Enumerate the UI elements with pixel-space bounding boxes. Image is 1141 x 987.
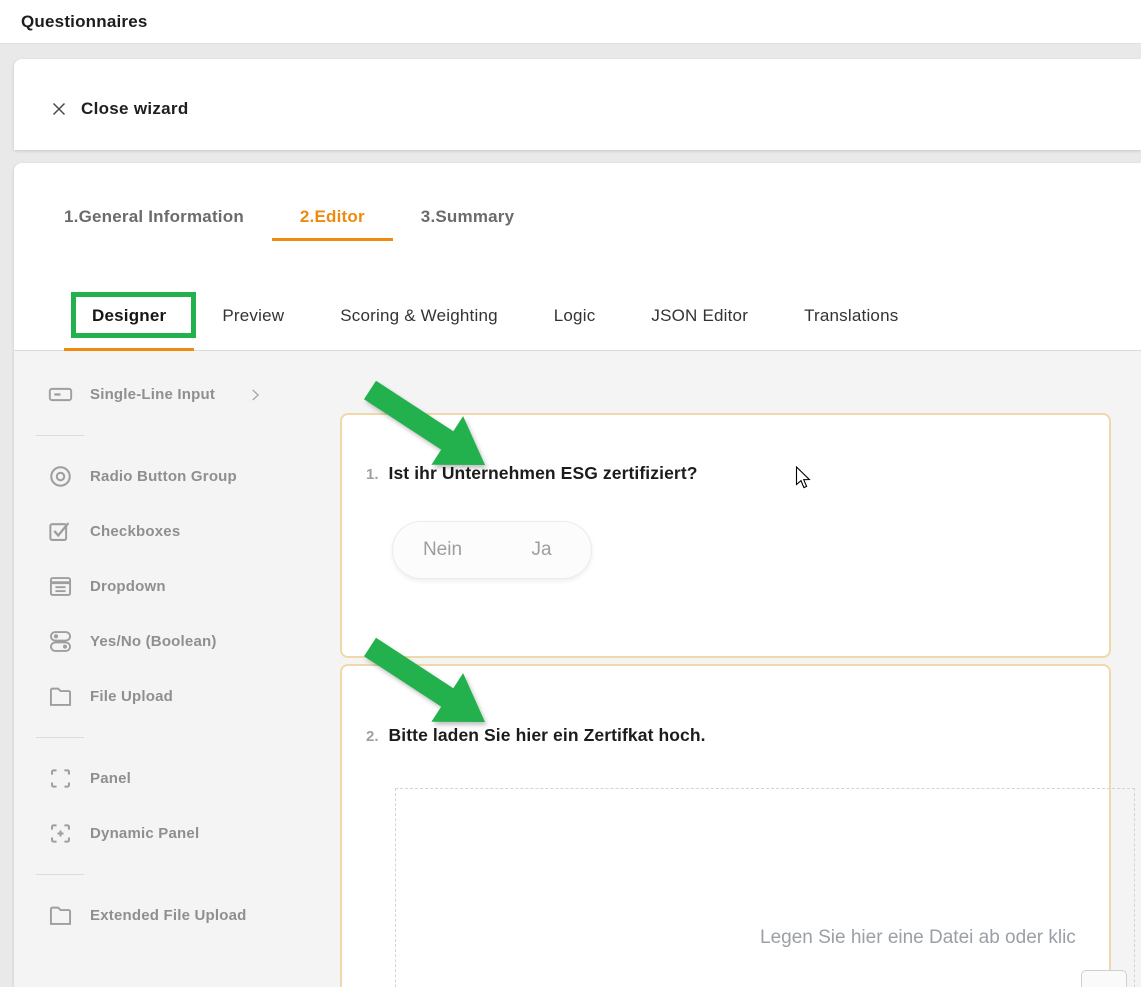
dropzone-hint-text: Legen Sie hier eine Datei ab oder klic	[760, 927, 1076, 949]
boolean-option-yes[interactable]: Ja	[492, 522, 591, 578]
checkboxes-icon	[47, 518, 74, 545]
boolean-toggle[interactable]: Nein Ja	[392, 521, 592, 579]
tab-logic[interactable]: Logic	[526, 306, 624, 351]
boolean-option-no[interactable]: Nein	[393, 522, 492, 578]
dynamic-panel-icon	[47, 820, 74, 847]
question-1-title: 1. Ist ihr Unternehmen ESG zertifiziert?	[366, 463, 698, 484]
toolbox-item-panel[interactable]: Panel	[14, 751, 340, 806]
toolbox-item-dropdown[interactable]: Dropdown	[14, 559, 340, 614]
question-number: 2.	[366, 728, 379, 745]
question-card-1[interactable]: 1. Ist ihr Unternehmen ESG zertifiziert?…	[340, 413, 1111, 658]
toolbox-item-file-upload[interactable]: File Upload	[14, 669, 340, 724]
question-title-text: Bitte laden Sie hier ein Zertifkat hoch.	[389, 725, 706, 746]
toolbox-item-label: Panel	[90, 770, 131, 787]
toolbox-item-extended-file-upload[interactable]: Extended File Upload	[14, 888, 340, 943]
toolbox-item-label: Dynamic Panel	[90, 825, 199, 842]
toolbox-item-checkboxes[interactable]: Checkboxes	[14, 504, 340, 559]
panel-icon	[47, 765, 74, 792]
chevron-right-icon[interactable]	[246, 386, 264, 404]
tab-translations[interactable]: Translations	[776, 306, 926, 351]
toolbox-item-single-line-input[interactable]: Single-Line Input	[14, 367, 340, 422]
wizard-header-card: Close wizard	[14, 59, 1141, 150]
editor-tabs: Designer Preview Scoring & Weighting Log…	[14, 241, 1141, 351]
toolbox-item-label: Radio Button Group	[90, 468, 237, 485]
extended-file-upload-icon	[47, 902, 74, 929]
question-title-text: Ist ihr Unternehmen ESG zertifiziert?	[389, 463, 698, 484]
toolbox-divider	[14, 724, 340, 751]
radio-button-group-icon	[47, 463, 74, 490]
choose-file-button-partial[interactable]	[1081, 970, 1127, 987]
tab-designer[interactable]: Designer	[64, 306, 194, 351]
app-header: Questionnaires	[0, 0, 1141, 44]
page-title: Questionnaires	[21, 12, 148, 32]
question-card-2[interactable]: 2. Bitte laden Sie hier ein Zertifkat ho…	[340, 664, 1111, 987]
toolbox-item-yes-no-boolean[interactable]: Yes/No (Boolean)	[14, 614, 340, 669]
toolbox-divider	[14, 861, 340, 888]
toolbox-item-dynamic-panel[interactable]: Dynamic Panel	[14, 806, 340, 861]
dropdown-icon	[47, 573, 74, 600]
tab-preview[interactable]: Preview	[194, 306, 312, 351]
toolbox-item-label: Yes/No (Boolean)	[90, 633, 217, 650]
tab-json-editor[interactable]: JSON Editor	[623, 306, 776, 351]
tab-designer-label: Designer	[92, 306, 166, 325]
step-summary[interactable]: 3.Summary	[393, 207, 542, 241]
single-line-input-icon	[47, 381, 74, 408]
step-editor[interactable]: 2.Editor	[272, 207, 393, 241]
yes-no-boolean-icon	[47, 628, 74, 655]
close-wizard-label: Close wizard	[81, 99, 189, 119]
question-2-title: 2. Bitte laden Sie hier ein Zertifkat ho…	[366, 725, 706, 746]
toolbox-item-label: Dropdown	[90, 578, 166, 595]
toolbox-item-radio-button-group[interactable]: Radio Button Group	[14, 449, 340, 504]
tab-scoring-weighting[interactable]: Scoring & Weighting	[312, 306, 526, 351]
toolbox-sidebar: Single-Line Input Radio Button Group	[14, 351, 340, 987]
design-surface: 1. Ist ihr Unternehmen ESG zertifiziert?…	[340, 351, 1141, 987]
wizard-steps: 1.General Information 2.Editor 3.Summary	[14, 163, 1141, 241]
close-wizard-button[interactable]: Close wizard	[49, 99, 189, 119]
file-dropzone[interactable]: Legen Sie hier eine Datei ab oder klic	[395, 788, 1135, 987]
designer-content: Single-Line Input Radio Button Group	[14, 351, 1141, 987]
file-upload-icon	[47, 683, 74, 710]
toolbox-divider	[14, 422, 340, 449]
toolbox-item-label: Extended File Upload	[90, 907, 247, 924]
toolbox-item-label: File Upload	[90, 688, 173, 705]
close-icon	[49, 99, 69, 119]
toolbox-item-label: Checkboxes	[90, 523, 180, 540]
question-number: 1.	[366, 466, 379, 483]
toolbox-item-label: Single-Line Input	[90, 386, 215, 403]
editor-card: 1.General Information 2.Editor 3.Summary…	[14, 163, 1141, 987]
step-general-information[interactable]: 1.General Information	[64, 207, 272, 241]
